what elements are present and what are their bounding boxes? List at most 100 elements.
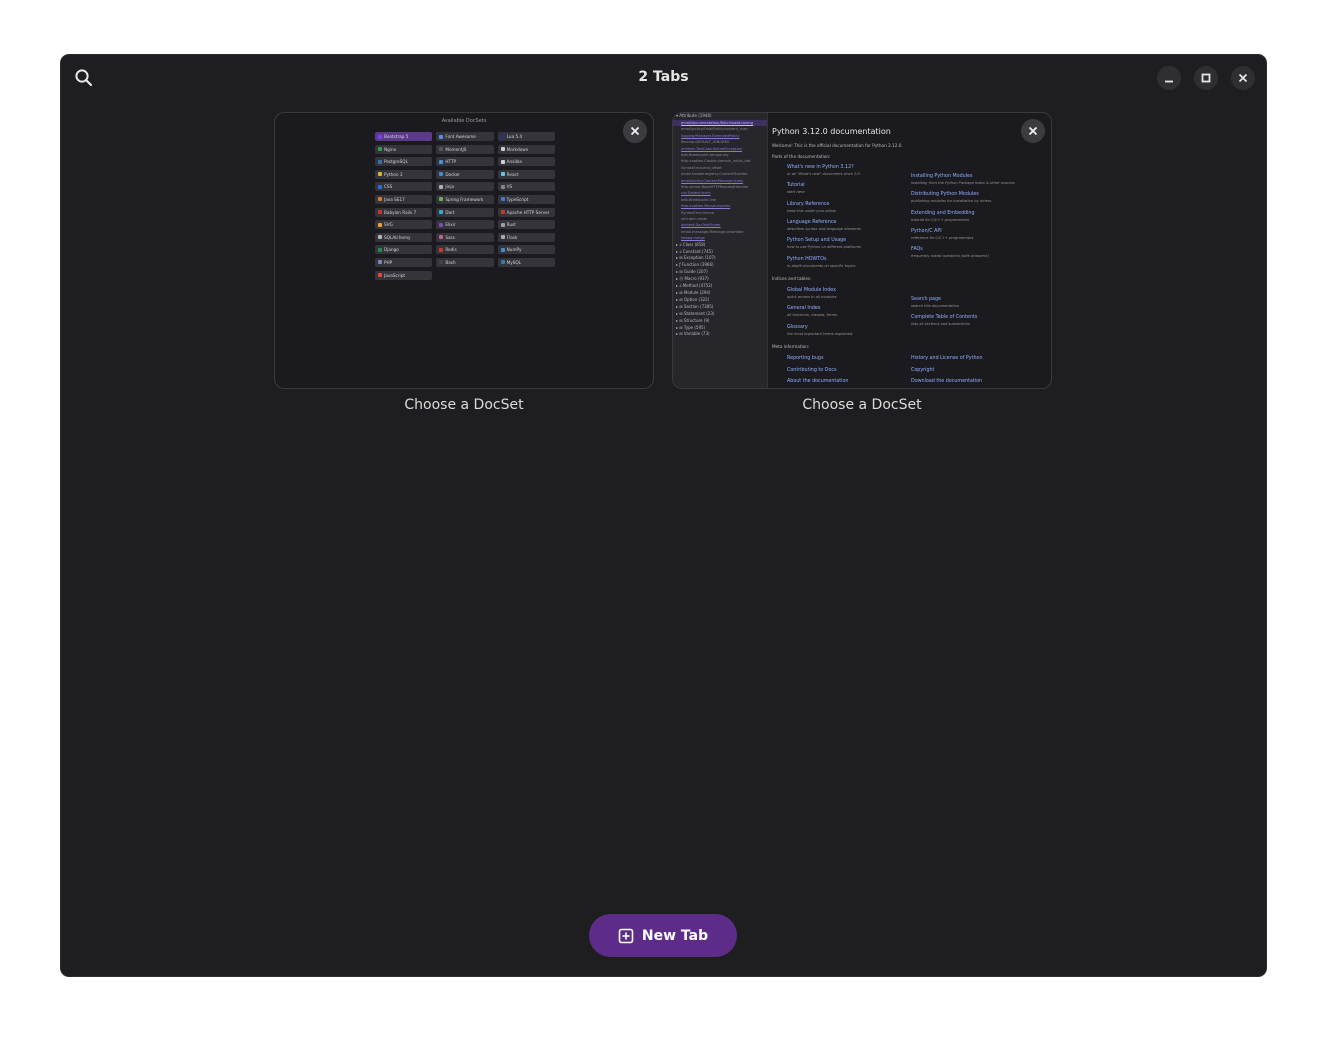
docset-item[interactable]: Rust [497,220,555,230]
docset-item[interactable]: VS [497,182,555,192]
docset-item[interactable]: Spring Framework [436,194,494,204]
docset-item[interactable]: Dart [436,207,494,217]
sidebar-category[interactable]: ▸ ⊞ Type (595) [673,325,767,332]
tab-thumbnail[interactable]: ▾ Attribute (1948) email/documentation/Ba… [672,112,1052,389]
docset-item[interactable]: TypeScript [497,194,555,204]
tab-close-button[interactable] [1021,119,1045,143]
sidebar-category[interactable]: ▸ ⅃ Class (858) [673,242,767,249]
docset-item[interactable]: SQLAlchemy [375,232,433,242]
docset-item[interactable]: PHP [375,257,433,267]
docset-item[interactable]: Bash [436,257,494,267]
docset-item[interactable]: SVG [375,220,433,230]
doc-link[interactable]: Library Reference [787,202,829,207]
docset-item[interactable]: Python 3 [375,169,433,179]
docset-logo-icon [439,147,444,152]
new-tab-button[interactable]: New Tab [589,914,737,957]
tab-card[interactable]: ▾ Attribute (1948) email/documentation/Ba… [672,112,1052,413]
doc-link[interactable]: Python/C API [911,229,942,234]
doc-link[interactable]: Extending and Embedding [911,211,975,216]
doc-link[interactable]: Contributing to Docs [787,368,837,373]
doc-link[interactable]: What's new in Python 3.12? [787,165,854,170]
docset-item[interactable]: Django [375,245,433,255]
docset-item[interactable]: React [497,169,555,179]
docset-item[interactable]: MomentJS [436,144,494,154]
sidebar-category[interactable]: ▾ Attribute (1948) [673,113,767,120]
docset-item[interactable]: Apache HTTP Server [497,207,555,217]
docset-grid: Bootstrap 5 Font Awesome Lua 5.4 Nginx Momen… [375,132,555,280]
docset-label: Dart [445,209,455,215]
window-title: 2 Tabs [638,69,689,85]
docset-logo-icon [378,235,382,240]
sidebar-category[interactable]: ▸ ⊞ Module (294) [673,290,767,297]
sidebar-category[interactable]: ▸ ⓜ Macro (937) [673,276,767,283]
docset-item[interactable]: Java SE17 [375,194,433,204]
sidebar-category[interactable]: ▸ ƒ Function (3966) [673,262,767,269]
minimize-button[interactable] [1157,66,1181,90]
doc-meta-heading: Meta information: [772,344,810,349]
tab-close-button[interactable] [623,119,647,143]
docset-item[interactable]: Nginx [375,144,433,154]
window-close-button[interactable] [1231,66,1255,90]
docset-item[interactable]: HTTP [436,157,494,167]
docset-label: Bash [445,259,456,265]
docset-item[interactable]: Docker [436,169,494,179]
sidebar-category[interactable]: ▸ ⊞ Exception (107) [673,255,767,262]
doc-link[interactable]: Global Module Index [787,288,836,293]
sidebar-category[interactable]: ▸ ⊞ Option (322) [673,297,767,304]
docset-label: React [506,171,519,177]
doc-link[interactable]: Download the documentation [911,379,982,384]
docset-item[interactable]: Markdown [497,144,555,154]
docset-item[interactable]: Elixir [436,220,494,230]
docset-item[interactable]: JavaScript [375,270,433,280]
docset-item[interactable]: PostgreSQL [375,157,433,167]
docset-item[interactable]: Babylon Rails 7 [375,207,433,217]
sidebar-category[interactable]: ▸ ⅃ Method (4752) [673,283,767,290]
docset-item[interactable]: Sass [436,232,494,242]
doc-link[interactable]: Copyright [911,368,934,373]
doc-link[interactable]: Installing Python Modules [911,174,972,179]
docset-item[interactable]: NumPy [497,245,555,255]
docset-item[interactable]: MySQL [497,257,555,267]
close-icon [1238,73,1248,83]
docset-logo-icon [439,210,444,215]
tab-thumbnail[interactable]: Available DocSets Bootstrap 5 Font Awesom… [274,112,654,389]
maximize-button[interactable] [1194,66,1218,90]
docset-logo-icon [439,159,444,164]
doc-link[interactable]: Search page [911,297,941,302]
doc-link[interactable]: Python Setup and Usage [787,238,846,243]
sidebar-category[interactable]: ▸ ⊞ Structure (9) [673,318,767,325]
sidebar-category[interactable]: ▸ ⊞ Variable (73) [673,331,767,338]
doc-link[interactable]: Python HOWTOs [787,257,826,262]
doc-link[interactable]: FAQs [911,247,923,252]
docs-content: Python 3.12.0 documentation Welcome! Thi… [772,113,1051,388]
docset-logo-icon [500,159,505,164]
doc-link[interactable]: Reporting bugs [787,356,823,361]
docset-item[interactable]: Lua 5.4 [497,132,555,141]
sidebar-category[interactable]: ▸ ⊞ Section (7385) [673,304,767,311]
doc-link[interactable]: About the documentation [787,379,848,384]
doc-link[interactable]: Complete Table of Contents [911,315,977,320]
docset-label: Java SE17 [384,196,405,202]
doc-link[interactable]: Tutorial [787,183,805,188]
close-icon [1028,126,1038,136]
docset-item[interactable]: Ansible [497,157,555,167]
sidebar-category[interactable]: ▸ ⊞ Statement (23) [673,311,767,318]
docset-item[interactable]: Bootstrap 5 [375,132,433,141]
docset-label: Babylon Rails 7 [384,209,417,215]
docset-item[interactable]: Jinja [436,182,494,192]
doc-link-description: publishing modules for installation by o… [911,199,992,204]
sidebar-category[interactable]: ▸ ⅃ Constant (745) [673,249,767,256]
doc-link[interactable]: Glossary [787,325,808,330]
doc-link[interactable]: History and License of Python [911,356,983,361]
docset-label: HTTP [445,159,457,165]
doc-link[interactable]: General Index [787,306,821,311]
docset-logo-icon [500,210,505,215]
docset-item[interactable]: Flask [497,232,555,242]
tab-card[interactable]: Available DocSets Bootstrap 5 Font Awesom… [274,112,654,413]
docset-logo-icon [500,184,505,189]
docset-item[interactable]: CSS [375,182,433,192]
doc-link[interactable]: Distributing Python Modules [911,192,979,197]
docset-item[interactable]: Font Awesome [436,132,494,141]
docset-item[interactable]: Redis [436,245,494,255]
doc-link[interactable]: Language Reference [787,220,836,225]
